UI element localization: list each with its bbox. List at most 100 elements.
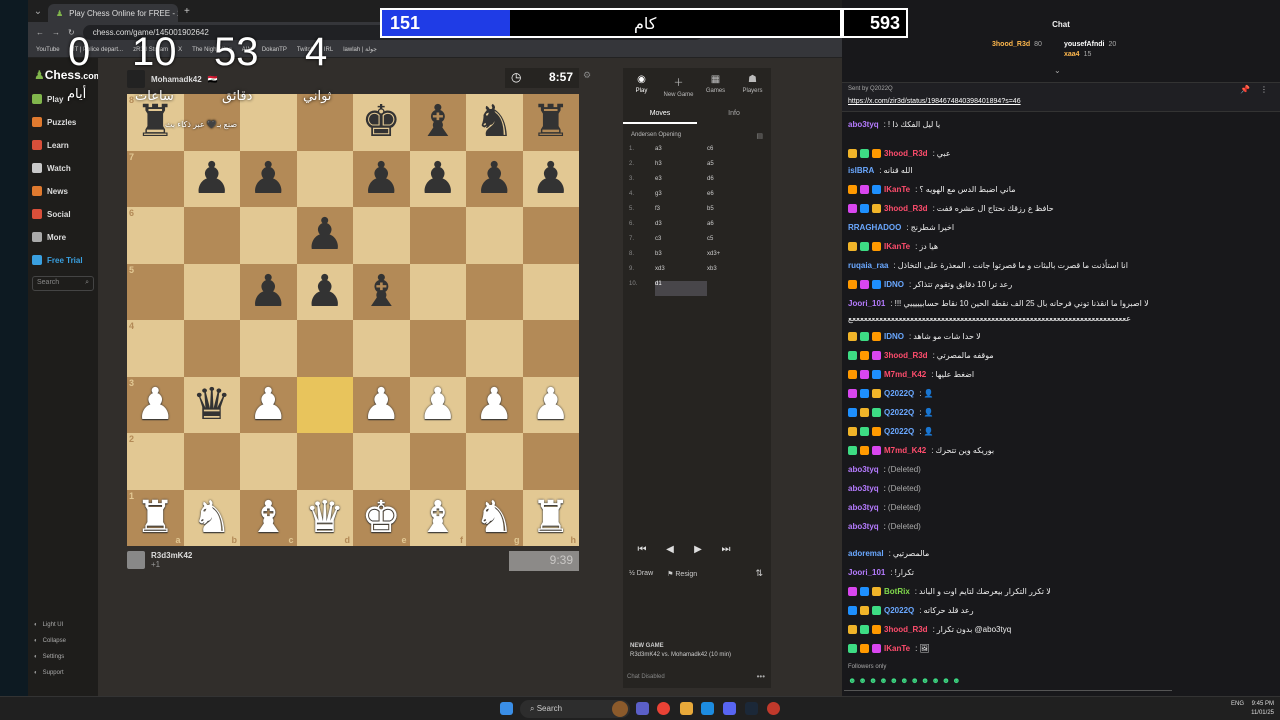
white-rook-icon[interactable]: ♜: [531, 495, 570, 540]
chat-username[interactable]: 3hood_R3d: [884, 351, 928, 360]
board-square[interactable]: 1 a ♜: [127, 489, 184, 546]
white-move[interactable]: g3: [655, 191, 707, 206]
draw-button[interactable]: ½ Draw: [629, 570, 653, 578]
windows-start-icon[interactable]: [500, 702, 513, 715]
chat-message[interactable]: 3hood_R3d: موقفه مالمصرتي: [848, 347, 1274, 364]
next-move-button[interactable]: ▶: [687, 542, 709, 558]
board-square[interactable]: [183, 207, 240, 264]
board-square[interactable]: [409, 433, 466, 490]
white-pawn-icon[interactable]: ♟: [418, 382, 457, 427]
board-square[interactable]: [522, 320, 579, 377]
sidebar-bottom-light-ui[interactable]: ◐ Light UI: [34, 622, 63, 628]
board-square[interactable]: ♟: [409, 376, 466, 433]
white-move[interactable]: e3: [655, 176, 707, 191]
chat-message[interactable]: RRAGHADOO: اخيرا شطرنج: [848, 219, 1274, 236]
pinned-link[interactable]: https://x.com/zir3d/status/1984674840398…: [848, 98, 1021, 105]
white-knight-icon[interactable]: ♞: [192, 495, 231, 540]
black-pawn-icon[interactable]: ♟: [475, 156, 514, 201]
white-move[interactable]: xd3: [655, 266, 707, 281]
chat-message[interactable]: Q2022Q: 👤: [848, 385, 1274, 402]
chat-message[interactable]: IDNO: لا حدا شات مو شاهد: [848, 328, 1274, 345]
board-square[interactable]: [409, 320, 466, 377]
back-icon[interactable]: ←: [36, 28, 44, 37]
chat-message[interactable]: Joori_101: !تكرار: [848, 564, 1274, 581]
chat-message[interactable]: M7md_K42: اضغط عليها: [848, 366, 1274, 383]
wallpaper-thumb-icon[interactable]: [612, 701, 628, 717]
white-move[interactable]: a3: [655, 146, 707, 161]
chat-username[interactable]: 3hood_R3d: [884, 204, 928, 213]
board-square[interactable]: ♞: [466, 94, 523, 151]
sidebar-item-more[interactable]: More: [32, 228, 96, 246]
board-square[interactable]: [353, 207, 410, 264]
board-square[interactable]: 5: [127, 263, 184, 320]
board-square[interactable]: ♟: [466, 376, 523, 433]
chat-username[interactable]: Q2022Q: [884, 427, 914, 436]
tray-time[interactable]: 9:45 PM: [1244, 700, 1274, 709]
black-pawn-icon[interactable]: ♟: [249, 269, 288, 314]
black-pawn-icon[interactable]: ♟: [192, 156, 231, 201]
chat-username[interactable]: M7md_K42: [884, 446, 926, 455]
black-move[interactable]: a6: [707, 221, 759, 236]
emote-row[interactable]: ☻☻☻☻☻☻☻☻☻☻☻: [848, 676, 963, 685]
black-pawn-icon[interactable]: ♟: [362, 156, 401, 201]
move-row[interactable]: 5. f3 b5: [629, 206, 765, 221]
chat-message[interactable]: abo3tyq: (Deleted): [848, 499, 1274, 516]
chat-message[interactable]: islBRA: الله قنانه: [848, 162, 1274, 179]
white-move[interactable]: d1: [655, 281, 707, 296]
move-row[interactable]: 7. c3 c5: [629, 236, 765, 251]
board-square[interactable]: 7: [127, 150, 184, 207]
board-square[interactable]: [409, 207, 466, 264]
tab-moves[interactable]: Moves: [623, 104, 697, 124]
board-square[interactable]: [466, 263, 523, 320]
chevron-down-icon[interactable]: ⌄: [1054, 66, 1061, 75]
black-rook-icon[interactable]: ♜: [531, 100, 570, 144]
chat-message[interactable]: IDNO: رعد ترا 10 دقايق وتقوم تتذاكر: [848, 276, 1274, 293]
board-square[interactable]: f ♝: [409, 489, 466, 546]
chat-username[interactable]: Joori_101: [848, 299, 885, 308]
sidebar-item-social[interactable]: Social: [32, 205, 96, 223]
black-move[interactable]: c6: [707, 146, 759, 161]
board-square[interactable]: [240, 207, 297, 264]
chat-username[interactable]: abo3tyq: [848, 522, 879, 531]
chat-username[interactable]: IKanTe: [884, 242, 910, 251]
chat-message[interactable]: 3hood_R3d: بدون تكرار @abo3tyq: [848, 621, 1274, 638]
bookmark-item[interactable]: X: [178, 47, 182, 53]
board-square[interactable]: 6: [127, 207, 184, 264]
app-icon-1[interactable]: [636, 702, 649, 715]
board-square[interactable]: [522, 207, 579, 264]
chat-username[interactable]: IDNO: [884, 332, 904, 341]
board-square[interactable]: ♝: [409, 94, 466, 151]
chat-message[interactable]: IKanTe: ماني اضبط الدس مع الهويه ؟: [848, 181, 1274, 198]
chat-username[interactable]: Q2022Q: [884, 389, 914, 398]
board-square[interactable]: [296, 150, 353, 207]
board-square[interactable]: b ♞: [183, 489, 240, 546]
bottom-player[interactable]: R3d3mK42 +1: [127, 551, 192, 569]
board-square[interactable]: [353, 433, 410, 490]
board-square[interactable]: ♟: [353, 150, 410, 207]
top-user[interactable]: yousefAfndi 20: [1064, 40, 1116, 50]
flip-board-icon[interactable]: ⇅: [755, 568, 763, 579]
pin-icon[interactable]: 📌: [1240, 85, 1250, 94]
sidebar-item-news[interactable]: News: [32, 182, 96, 200]
white-pawn-icon[interactable]: ♟: [249, 382, 288, 427]
book-icon[interactable]: ▤: [756, 132, 763, 140]
chat-username[interactable]: abo3tyq: [848, 484, 879, 493]
chat-message[interactable]: Q2022Q: 👤: [848, 404, 1274, 421]
sidebar-bottom-settings[interactable]: ◐ Settings: [34, 654, 64, 660]
bookmark-item[interactable]: YouTube: [36, 47, 60, 53]
sidebar-item-free-trial[interactable]: Free Trial: [32, 251, 96, 269]
board-square[interactable]: [296, 433, 353, 490]
chat-message[interactable]: BotRix: لا تكرر التكرار بيعرضك لتايم اوت …: [848, 583, 1274, 600]
chat-username[interactable]: abo3tyq: [848, 465, 879, 474]
pinned-menu-icon[interactable]: ⋮: [1260, 85, 1268, 94]
board-square[interactable]: 2: [127, 433, 184, 490]
move-row[interactable]: 6. d3 a6: [629, 221, 765, 236]
board-square[interactable]: d ♛: [296, 489, 353, 546]
chat-message[interactable]: abo3tyq: (Deleted): [848, 518, 1274, 535]
board-square[interactable]: ♟: [522, 150, 579, 207]
black-move[interactable]: d6: [707, 176, 759, 191]
chat-message[interactable]: abo3tyq:! يا ليل الفكك ذا: [848, 116, 1274, 133]
sidebar-item-play[interactable]: Play: [32, 90, 96, 108]
black-move[interactable]: [707, 281, 759, 296]
chat-username[interactable]: M7md_K42: [884, 370, 926, 379]
